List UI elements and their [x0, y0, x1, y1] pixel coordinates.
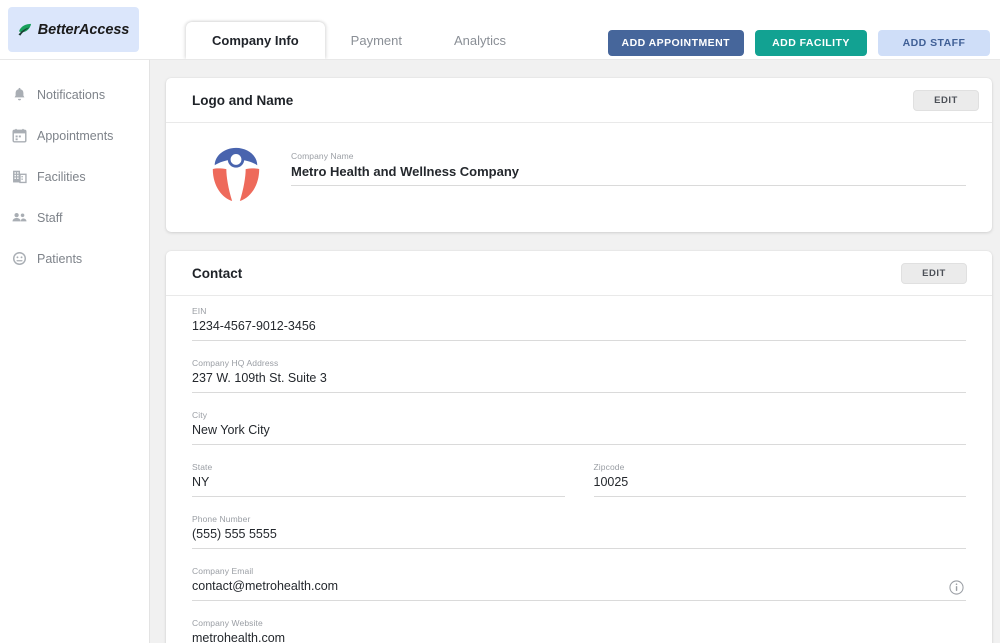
contact-card: Contact EDIT EIN 1234-4567-9012-3456 Com…	[166, 251, 992, 643]
ein-field[interactable]: EIN 1234-4567-9012-3456	[192, 306, 966, 341]
logo-card-title: Logo and Name	[192, 92, 294, 108]
logo-card-edit-button[interactable]: EDIT	[913, 89, 979, 111]
state-value[interactable]: NY	[192, 475, 565, 497]
tab-analytics-label: Analytics	[453, 33, 507, 48]
tab-company-info[interactable]: Company Info	[186, 22, 325, 59]
company-logo-icon	[212, 147, 260, 202]
website-label: Company Website	[192, 618, 263, 628]
email-label: Company Email	[192, 566, 254, 576]
logo-and-name-card: Logo and Name EDIT Company Name Metro He…	[166, 78, 992, 232]
patient-face-icon	[12, 251, 27, 266]
add-appointment-button[interactable]: ADD APPOINTMENT	[607, 30, 744, 56]
phone-field[interactable]: Phone Number (555) 555 5555	[192, 514, 966, 549]
tab-payment[interactable]: Payment	[325, 22, 428, 59]
add-staff-button[interactable]: ADD STAFF	[878, 30, 990, 56]
zipcode-label: Zipcode	[593, 462, 625, 472]
content-area: Logo and Name EDIT Company Name Metro He…	[150, 59, 1000, 643]
sidebar-item-facilities-label: Facilities	[37, 169, 86, 184]
bell-icon	[14, 87, 25, 101]
top-bar: BetterAccess Company Info Payment Analyt…	[0, 0, 1000, 59]
email-field[interactable]: Company Email contact@metrohealth.com	[192, 566, 966, 601]
sidebar-item-staff-label: Staff	[37, 210, 63, 225]
people-icon	[12, 212, 27, 222]
sidebar-item-facilities[interactable]: Facilities	[0, 156, 149, 197]
phone-value[interactable]: (555) 555 5555	[192, 527, 966, 549]
contact-card-title: Contact	[192, 265, 243, 281]
tab-bar: Company Info Payment Analytics	[186, 22, 532, 59]
phone-label: Phone Number	[192, 514, 251, 524]
company-name-label: Company Name	[291, 151, 354, 161]
website-field[interactable]: Company Website metrohealth.com	[192, 618, 966, 643]
brand-name: BetterAccess	[37, 21, 130, 38]
contact-card-edit-button[interactable]: EDIT	[901, 262, 967, 284]
ein-label: EIN	[192, 306, 207, 316]
city-label: City	[192, 410, 208, 420]
tab-analytics[interactable]: Analytics	[428, 22, 532, 59]
leaf-icon	[18, 23, 31, 36]
sidebar-item-appointments-label: Appointments	[37, 128, 114, 143]
info-icon[interactable]	[949, 580, 964, 595]
address-label: Company HQ Address	[192, 358, 279, 368]
zipcode-value[interactable]: 10025	[593, 475, 966, 497]
state-field[interactable]: State NY	[192, 462, 565, 497]
logo-row: Company Name Metro Health and Wellness C…	[166, 123, 992, 232]
state-zip-row: State NY Zipcode 10025	[192, 462, 966, 514]
tab-company-info-label: Company Info	[212, 33, 299, 48]
tab-payment-label: Payment	[350, 33, 402, 48]
company-name-field[interactable]: Company Name Metro Health and Wellness C…	[291, 141, 966, 186]
address-field[interactable]: Company HQ Address 237 W. 109th St. Suit…	[192, 358, 966, 393]
sidebar-item-staff[interactable]: Staff	[0, 197, 149, 238]
company-name-value[interactable]: Metro Health and Wellness Company	[291, 164, 966, 186]
action-button-group: ADD APPOINTMENT ADD FACILITY ADD STAFF	[607, 30, 990, 56]
building-icon	[13, 170, 27, 184]
sidebar-item-appointments[interactable]: Appointments	[0, 115, 149, 156]
contact-card-header: Contact EDIT	[166, 251, 992, 296]
city-value[interactable]: New York City	[192, 423, 966, 445]
sidebar-item-patients[interactable]: Patients	[0, 238, 149, 279]
brand-logo[interactable]: BetterAccess	[8, 7, 139, 52]
address-value[interactable]: 237 W. 109th St. Suite 3	[192, 371, 966, 393]
logo-card-header: Logo and Name EDIT	[166, 78, 992, 123]
contact-fields: EIN 1234-4567-9012-3456 Company HQ Addre…	[166, 296, 992, 643]
calendar-icon	[12, 128, 27, 143]
zipcode-field[interactable]: Zipcode 10025	[593, 462, 966, 497]
sidebar-item-notifications[interactable]: Notifications	[0, 74, 149, 115]
city-field[interactable]: City New York City	[192, 410, 966, 445]
sidebar-item-notifications-label: Notifications	[37, 87, 106, 102]
sidebar: Notifications Appointments Facilities St…	[0, 59, 150, 643]
sidebar-item-patients-label: Patients	[37, 251, 83, 266]
app-root: BetterAccess Company Info Payment Analyt…	[0, 0, 1000, 643]
website-value[interactable]: metrohealth.com	[192, 631, 966, 643]
state-label: State	[192, 462, 213, 472]
ein-value[interactable]: 1234-4567-9012-3456	[192, 319, 966, 341]
email-value[interactable]: contact@metrohealth.com	[192, 579, 966, 601]
add-facility-button[interactable]: ADD FACILITY	[755, 30, 867, 56]
